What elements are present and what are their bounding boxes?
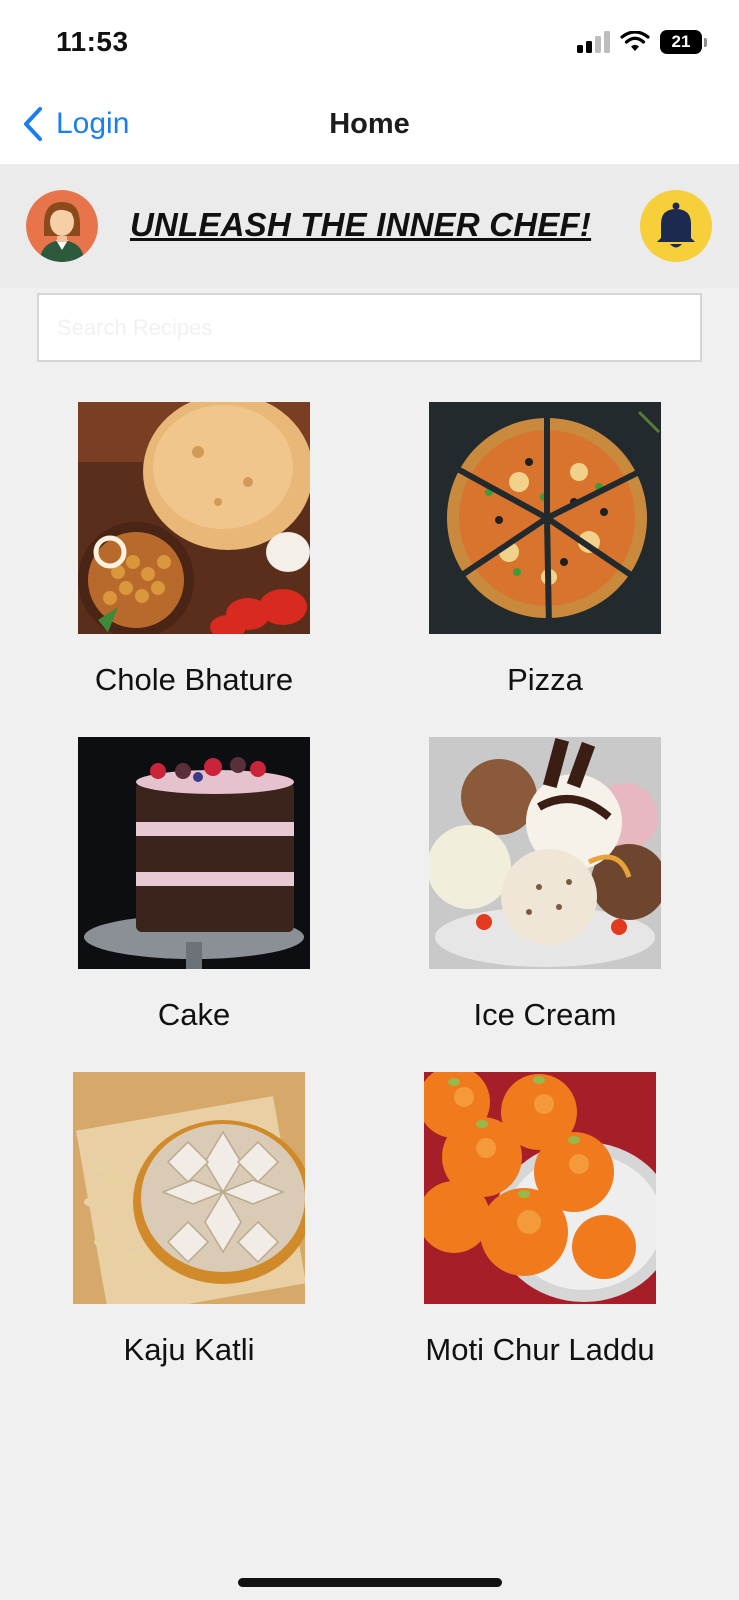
moti-chur-laddu-image [424,1072,656,1304]
recipe-name: Ice Cream [473,997,617,1032]
status-icons: 21 [577,30,707,54]
recipe-card-cake[interactable]: Cake [34,737,354,1033]
headline: UNLEASH THE INNER CHEF! [130,206,592,243]
page-title: Home [329,108,410,140]
battery-cap [704,37,707,47]
navigation-bar: Login Home [0,88,739,164]
recipe-name: Cake [157,997,231,1032]
search-input[interactable] [37,293,702,362]
avatar[interactable] [26,190,98,262]
app-header: UNLEASH THE INNER CHEF! [0,164,739,288]
bell-icon [657,202,695,248]
cellular-signal-icon [577,31,610,53]
recipe-name: Pizza [507,662,583,697]
recipe-name: Moti Chur Laddu [425,1332,655,1367]
pizza-image [429,402,661,634]
ice-cream-image [429,737,661,969]
recipe-card-kaju-katli[interactable]: Kaju Katli [29,1072,349,1368]
kaju-katli-image [73,1072,305,1304]
chef-avatar-icon [26,190,98,262]
home-indicator[interactable] [238,1578,502,1587]
battery-icon: 21 [660,30,702,54]
cake-image [78,737,310,969]
recipe-name: Kaju Katli [123,1332,255,1367]
notifications-button[interactable] [640,190,712,262]
wifi-icon [620,31,650,51]
recipe-card-pizza[interactable]: Pizza [385,402,705,698]
recipe-card-moti-chur-laddu[interactable]: Moti Chur Laddu [380,1072,700,1368]
status-time: 11:53 [56,26,129,57]
recipe-card-chole-bhature[interactable]: Chole Bhature [34,402,354,698]
recipe-name: Chole Bhature [94,662,294,697]
recipe-card-ice-cream[interactable]: Ice Cream [385,737,705,1033]
battery-level: 21 [671,32,691,51]
status-bar: 11:53 21 [0,0,739,88]
chole-bhature-image [78,402,310,634]
